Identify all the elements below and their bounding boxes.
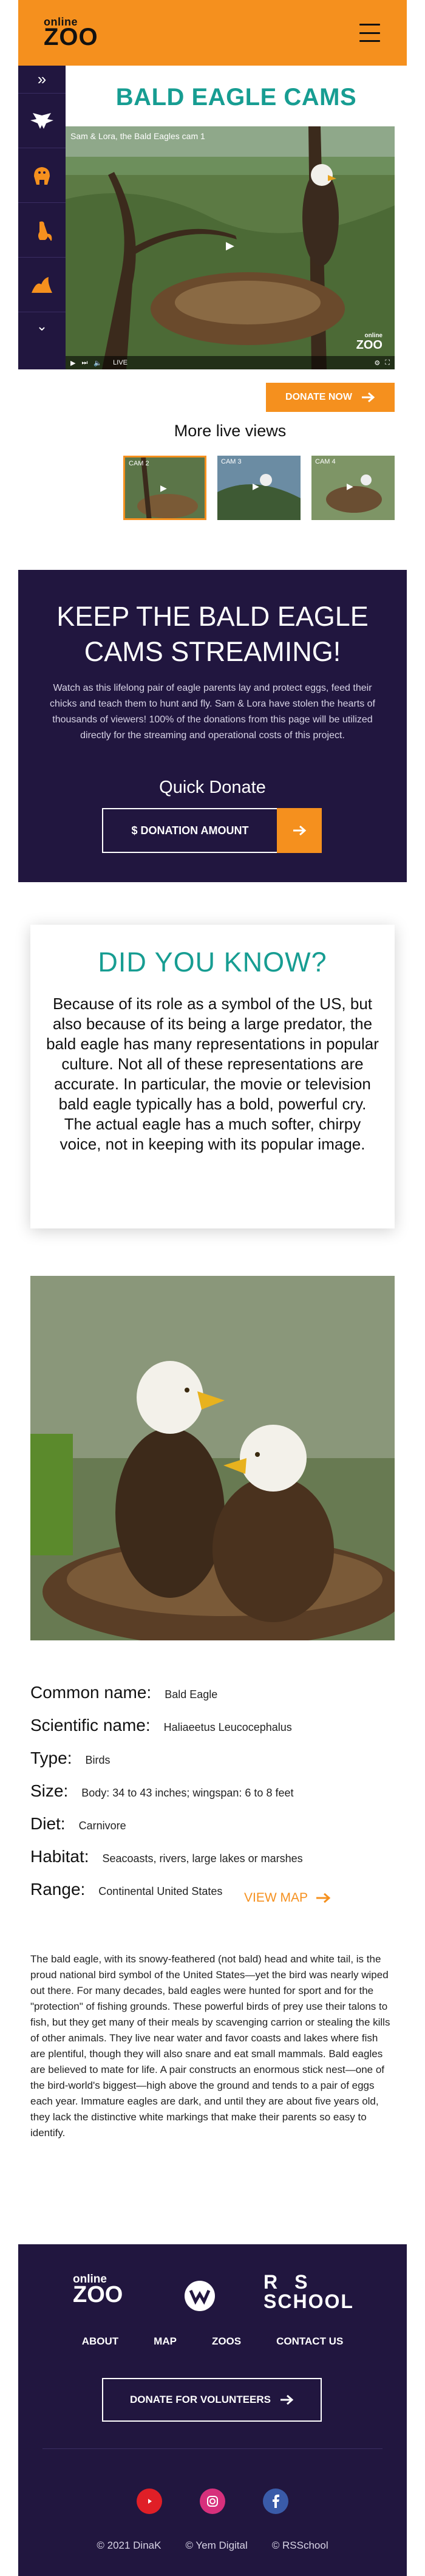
copyright-item: © Yem Digital — [185, 2540, 248, 2551]
live-thumbnails: CAM 2 ▶ CAM 3 ▶ CAM 4 ▶ — [123, 456, 395, 522]
fact-row: Range: Continental United States — [30, 1880, 395, 1913]
live-thumbnail[interactable]: CAM 2 ▶ — [123, 456, 206, 520]
fact-value: Body: 34 to 43 inches; wingspan: 6 to 8 … — [81, 1787, 294, 1799]
fact-row: Diet: Carnivore — [30, 1814, 395, 1847]
watermark-big: ZOO — [356, 338, 382, 352]
footer-logo-big: ZOO — [73, 2282, 123, 2307]
fact-value: Seacoasts, rivers, large lakes or marshe… — [102, 1852, 303, 1865]
more-live-title: More live views — [174, 422, 287, 440]
expand-nav-icon[interactable]: » — [18, 66, 66, 94]
footer-nav-about[interactable]: ABOUT — [82, 2335, 118, 2348]
donate-volunteers-button[interactable]: DONATE FOR VOLUNTEERS — [102, 2378, 322, 2422]
did-you-know-card: DID YOU KNOW? Because of its role as a s… — [30, 925, 395, 1228]
fact-value: Carnivore — [78, 1820, 126, 1832]
collapse-nav-icon[interactable]: ⌄ — [18, 312, 66, 340]
play-icon[interactable]: ▶ — [226, 239, 242, 255]
arrow-right-icon — [316, 1893, 331, 1903]
fact-row: Common name: Bald Eagle — [30, 1683, 395, 1716]
play-icon: ▶ — [160, 483, 167, 493]
eagle-icon[interactable] — [18, 94, 66, 148]
logo-big-text: ZOO — [44, 24, 98, 50]
video-controls: ▶ ⏭ 🔈 LIVE ⚙ ⛶ — [66, 356, 395, 369]
fact-key: Habitat: — [30, 1847, 89, 1866]
live-thumbnail[interactable]: CAM 3 ▶ — [217, 456, 301, 520]
copyright-item: © RSSchool — [271, 2540, 328, 2551]
submit-donation-button[interactable] — [277, 808, 322, 853]
fact-row: Scientific name: Haliaeetus Leucocephalu… — [30, 1716, 395, 1749]
gorilla-icon[interactable] — [18, 148, 66, 203]
bald-eagle-photo — [30, 1276, 395, 1640]
live-thumbnail[interactable]: CAM 4 ▶ — [311, 456, 395, 520]
next-icon[interactable]: ⏭ — [81, 359, 87, 367]
fact-value: Continental United States — [98, 1885, 223, 1897]
rs-line1: RS — [264, 2271, 325, 2293]
arrow-right-icon — [280, 2394, 294, 2405]
donation-amount-input[interactable]: $ DONATION AMOUNT — [102, 808, 277, 853]
play-icon: ▶ — [347, 481, 353, 491]
alligator-icon[interactable] — [18, 258, 66, 312]
thumbnail-label: CAM 4 — [315, 458, 336, 465]
donation-section: KEEP THE BALD EAGLE CAMS STREAMING! Watc… — [18, 570, 407, 882]
play-control-icon[interactable]: ▶ — [70, 359, 75, 367]
animal-side-nav: » ⌄ — [18, 66, 66, 369]
donate-volunteers-label: DONATE FOR VOLUNTEERS — [129, 2394, 271, 2405]
donation-text: Watch as this lifelong pair of eagle par… — [49, 683, 375, 741]
footer-nav-contact[interactable]: CONTACT US — [276, 2335, 343, 2348]
footer-divider — [42, 2448, 382, 2449]
footer-zoo-logo[interactable]: online ZOO — [73, 2273, 123, 2306]
fact-row: Habitat: Seacoasts, rivers, large lakes … — [30, 1847, 395, 1880]
fact-value: Birds — [85, 1754, 110, 1766]
hamburger-menu-icon[interactable] — [359, 24, 380, 42]
copyright: © 2021 DinaK © Yem Digital © RSSchool — [18, 2540, 407, 2552]
youtube-icon[interactable] — [137, 2489, 162, 2514]
site-footer: online ZOO RS SCHOOL ABOUT MAP ZOOS CONT… — [18, 2244, 407, 2576]
partner-logo-icon[interactable] — [183, 2280, 216, 2312]
animal-facts: Common name: Bald Eagle Scientific name:… — [30, 1683, 395, 1913]
donate-now-button[interactable]: DONATE NOW — [266, 383, 395, 412]
fact-row: Size: Body: 34 to 43 inches; wingspan: 6… — [30, 1781, 395, 1814]
video-caption: Sam & Lora, the Bald Eagles cam 1 — [70, 131, 205, 141]
rs-line2: SCHOOL — [264, 2290, 354, 2312]
did-you-know-title: DID YOU KNOW? — [98, 947, 327, 978]
fact-key: Range: — [30, 1880, 86, 1899]
quick-donate-label: Quick Donate — [159, 778, 266, 797]
thumbnail-label: CAM 2 — [129, 460, 149, 467]
page-title: BALD EAGLE CAMS — [115, 84, 357, 111]
fact-key: Scientific name: — [30, 1716, 151, 1735]
footer-nav: ABOUT MAP ZOOS CONTACT US — [18, 2335, 407, 2348]
fact-key: Type: — [30, 1749, 72, 1767]
volume-icon[interactable]: 🔈 — [93, 359, 102, 367]
fullscreen-icon[interactable]: ⛶ — [385, 359, 390, 367]
fact-key: Size: — [30, 1781, 69, 1800]
video-watermark-logo: online ZOO — [356, 333, 382, 352]
live-video-player[interactable]: Sam & Lora, the Bald Eagles cam 1 ▶ onli… — [66, 126, 395, 369]
view-map-link[interactable]: VIEW MAP — [244, 1891, 331, 1905]
fact-value: Bald Eagle — [165, 1688, 218, 1701]
donation-title: KEEP THE BALD EAGLE CAMS STREAMING! — [56, 601, 369, 667]
fact-key: Common name: — [30, 1683, 152, 1702]
fact-value: Haliaeetus Leucocephalus — [163, 1721, 292, 1733]
fact-key: Diet: — [30, 1814, 66, 1833]
lemur-icon[interactable] — [18, 203, 66, 258]
live-indicator: LIVE — [113, 359, 127, 366]
settings-icon[interactable]: ⚙ — [374, 359, 380, 367]
fact-row: Type: Birds — [30, 1749, 395, 1781]
play-icon: ▶ — [253, 481, 259, 491]
view-map-label: VIEW MAP — [244, 1891, 308, 1905]
rsschool-logo[interactable]: RS SCHOOL — [264, 2272, 354, 2311]
arrow-right-icon — [293, 825, 307, 836]
thumbnail-label: CAM 3 — [221, 458, 242, 465]
did-you-know-text: Because of its role as a symbol of the U… — [46, 995, 379, 1153]
facebook-icon[interactable] — [263, 2489, 288, 2514]
copyright-item: © 2021 DinaK — [97, 2540, 162, 2551]
instagram-icon[interactable] — [200, 2489, 225, 2514]
arrow-right-icon — [361, 392, 375, 403]
donate-now-label: DONATE NOW — [285, 392, 352, 402]
footer-nav-zoos[interactable]: ZOOS — [212, 2335, 241, 2348]
animal-description: The bald eagle, with its snowy-feathered… — [30, 1953, 390, 2139]
social-links — [18, 2489, 407, 2514]
footer-nav-map[interactable]: MAP — [154, 2335, 177, 2348]
site-logo[interactable]: online ZOO — [44, 16, 98, 49]
site-header: online ZOO — [18, 0, 407, 66]
